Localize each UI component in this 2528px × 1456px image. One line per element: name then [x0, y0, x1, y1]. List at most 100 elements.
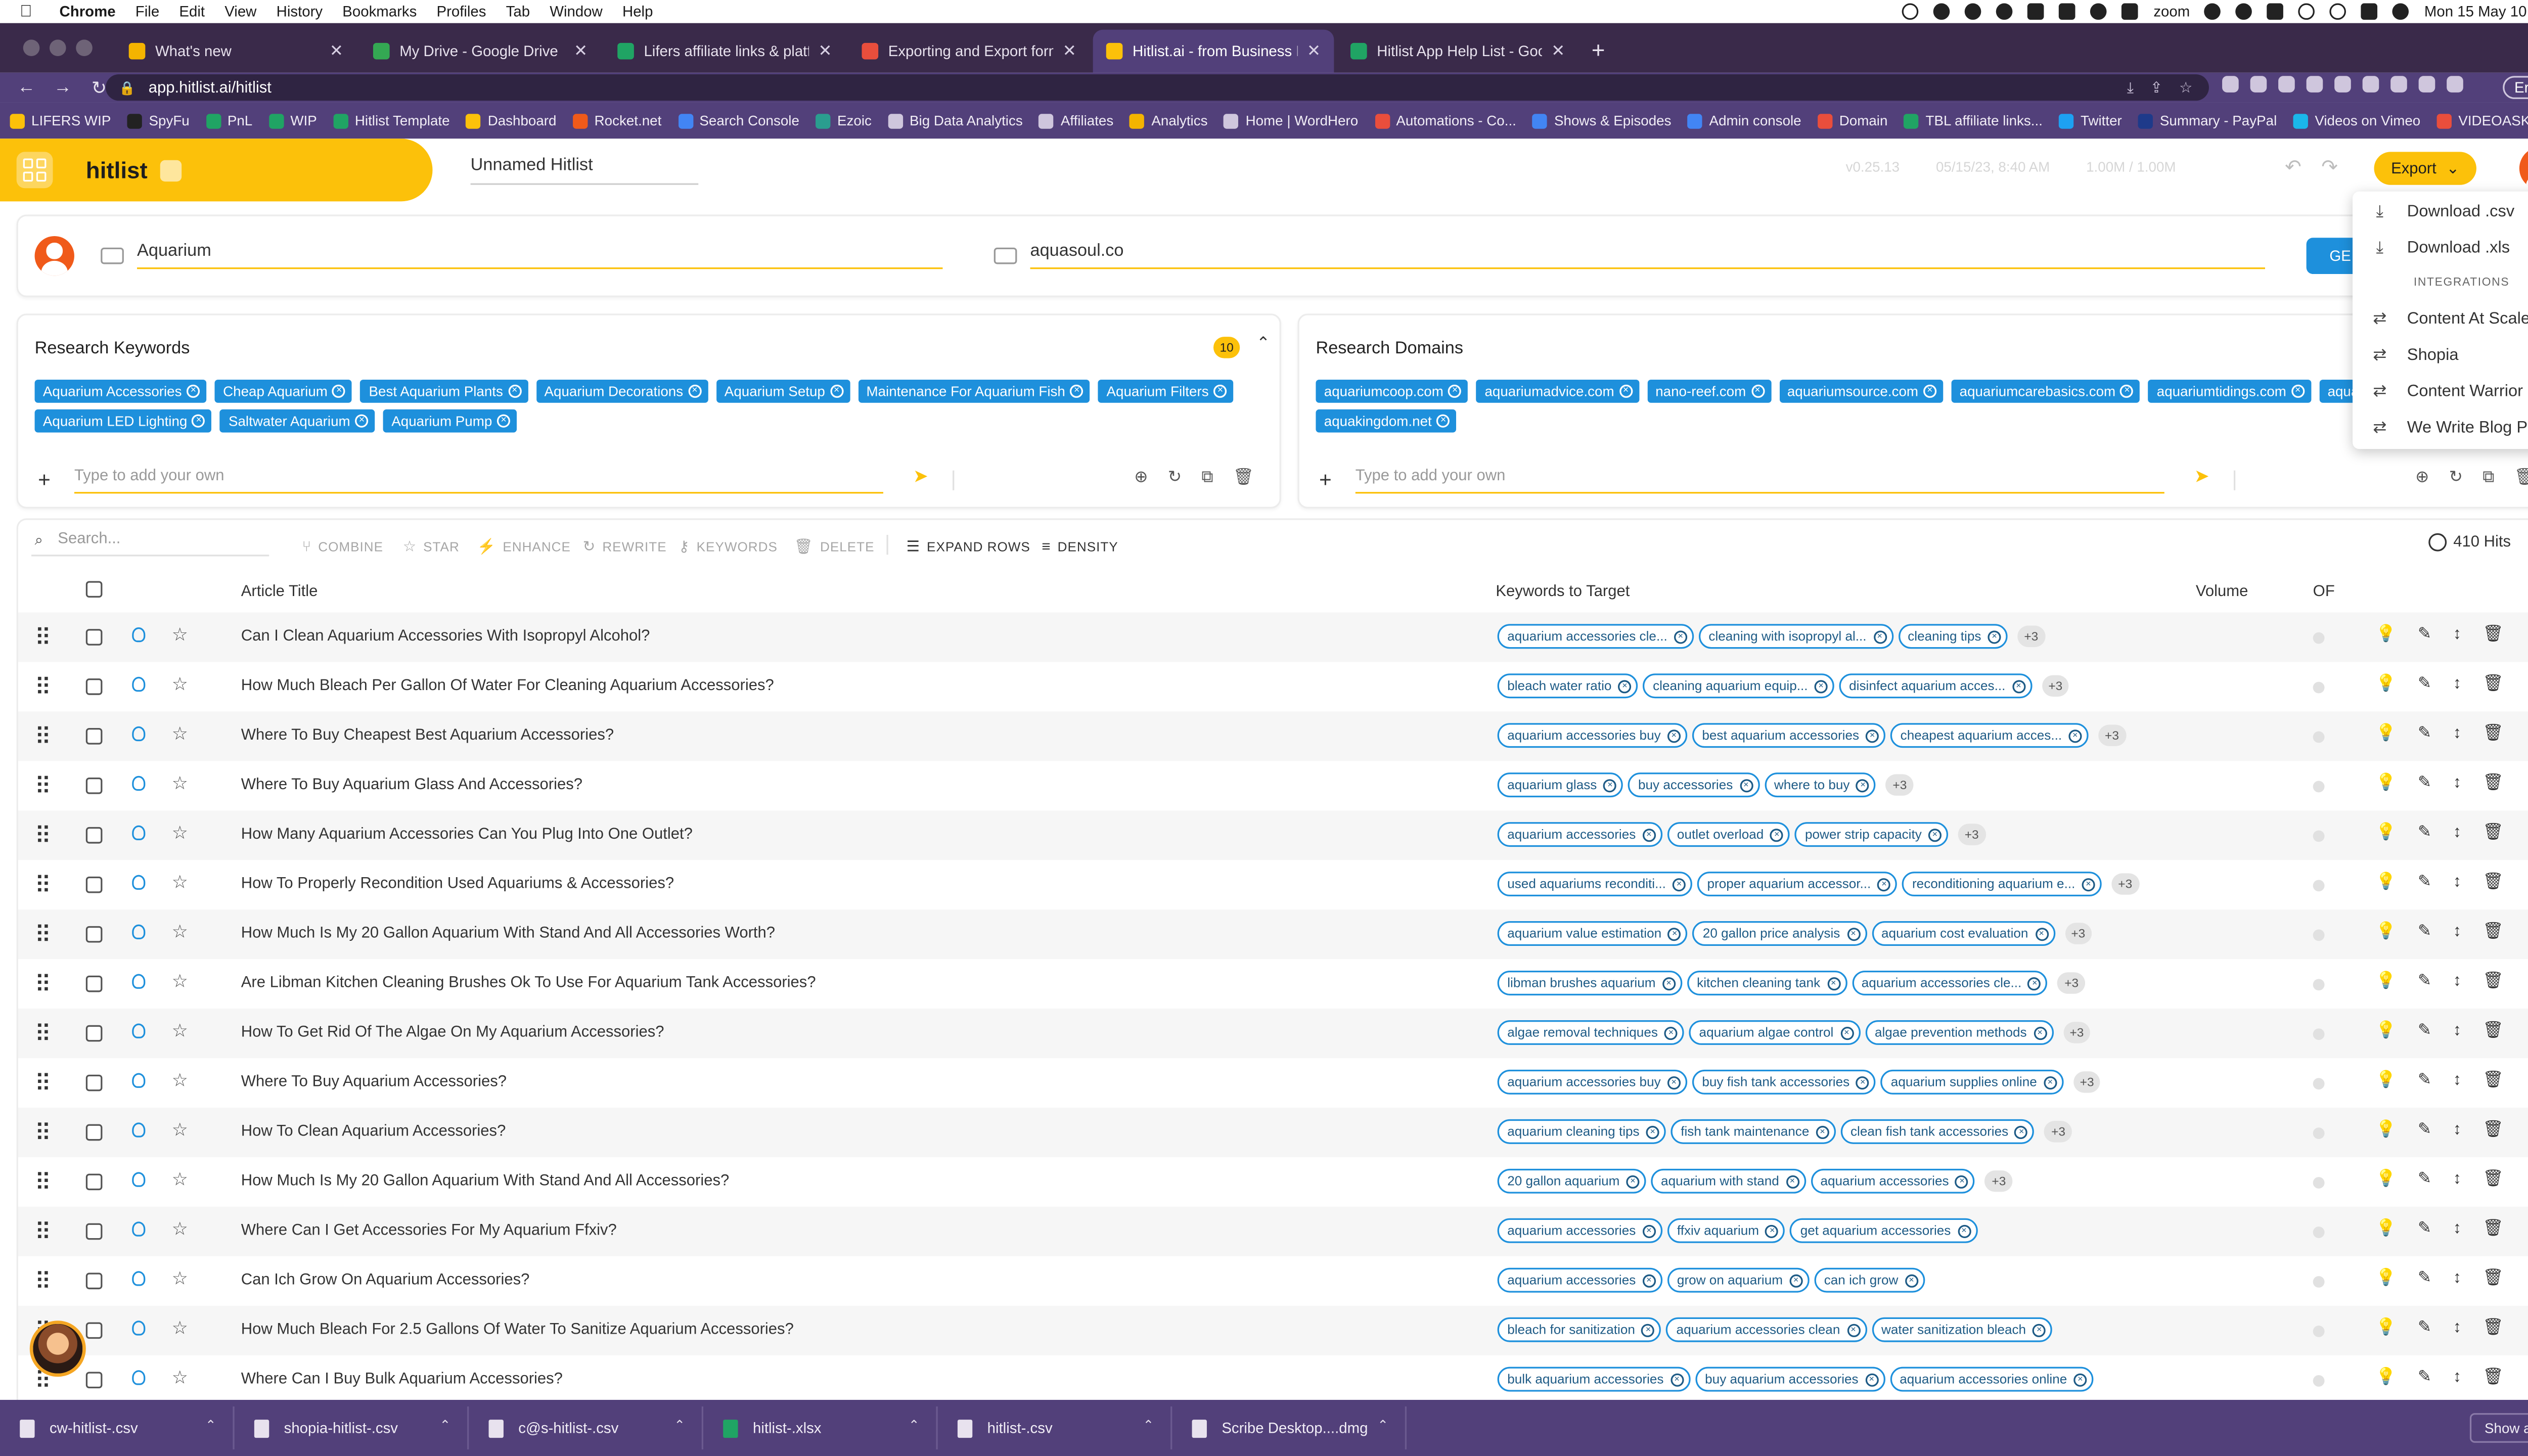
article-title[interactable]: How Much Is My 20 Gallon Aquarium With S…: [241, 1172, 730, 1190]
more-keywords-badge[interactable]: +3: [2064, 923, 2092, 944]
select-all-checkbox[interactable]: [85, 581, 103, 598]
bookmark-star-icon[interactable]: ☆: [2179, 79, 2192, 98]
keyword-tag[interactable]: cleaning aquarium equip... ×: [1643, 673, 1834, 699]
article-title[interactable]: Can Ich Grow On Aquarium Accessories?: [241, 1271, 530, 1289]
drag-handle-icon[interactable]: [38, 1271, 48, 1289]
combine-button[interactable]: ⑂ COMBINE: [302, 538, 383, 555]
keyword-tag[interactable]: cleaning with isopropyl al... ×: [1698, 624, 1893, 649]
remove-chip-icon[interactable]: ×: [187, 384, 200, 398]
more-vertical-icon[interactable]: ⋮: [2525, 1170, 2528, 1189]
lightbulb-icon[interactable]: 💡: [2376, 1170, 2397, 1189]
chevron-up-icon[interactable]: ⌃: [909, 1418, 920, 1433]
menu-window[interactable]: Window: [550, 4, 603, 20]
lightbulb-icon[interactable]: 💡: [2376, 1022, 2397, 1040]
magic-wand-icon[interactable]: ✎: [2418, 626, 2431, 644]
more-vertical-icon[interactable]: ⋮: [2525, 824, 2528, 842]
lightbulb-icon[interactable]: 💡: [2376, 972, 2397, 990]
article-title[interactable]: How To Get Rid Of The Algae On My Aquari…: [241, 1023, 664, 1041]
research-chip[interactable]: aquariumsource.com ×: [1779, 380, 1944, 403]
star-icon[interactable]: ☆: [172, 921, 188, 942]
lightbulb-icon[interactable]: 💡: [2376, 675, 2397, 694]
idea-bulb-icon[interactable]: [132, 676, 146, 692]
magic-wand-icon[interactable]: ✎: [2418, 1269, 2431, 1288]
wifi-icon[interactable]: [2298, 3, 2316, 20]
expand-vertical-icon[interactable]: ↕: [2453, 972, 2461, 990]
trash-icon[interactable]: 🗑: [2483, 1170, 2504, 1189]
magic-wand-icon[interactable]: ✎: [2418, 724, 2431, 743]
remove-chip-icon[interactable]: ×: [355, 414, 369, 428]
remove-keyword-icon[interactable]: ×: [2043, 1075, 2057, 1089]
bookmark-item[interactable]: Summary - PayPal: [2138, 112, 2277, 129]
expand-vertical-icon[interactable]: ↕: [2453, 675, 2461, 694]
idea-bulb-icon[interactable]: [132, 1321, 146, 1336]
keyword-tag[interactable]: algae removal techniques ×: [1497, 1020, 1685, 1045]
remove-keyword-icon[interactable]: ×: [1846, 927, 1860, 940]
bookmark-item[interactable]: Automations - Co...: [1374, 112, 1516, 129]
refresh-icon[interactable]: ↻: [2449, 469, 2463, 487]
drag-handle-icon[interactable]: [38, 627, 48, 646]
drag-handle-icon[interactable]: [38, 1172, 48, 1190]
more-vertical-icon[interactable]: ⋮: [2525, 1121, 2528, 1139]
table-row[interactable]: ☆ Where Can I Buy Bulk Aquarium Accessori…: [18, 1355, 2528, 1405]
remove-keyword-icon[interactable]: ×: [2012, 679, 2025, 693]
lightbulb-icon[interactable]: 💡: [2376, 1220, 2397, 1238]
remove-keyword-icon[interactable]: ×: [1667, 1075, 1681, 1089]
undo-icon[interactable]: ↶: [2285, 155, 2301, 178]
integration-content-at-scale[interactable]: ⇄ Content At Scale: [2353, 300, 2528, 337]
remove-chip-icon[interactable]: ×: [2291, 384, 2305, 398]
research-chip[interactable]: nano-reef.com ×: [1647, 380, 1771, 403]
zoom-window-button[interactable]: [76, 39, 93, 57]
row-checkbox[interactable]: [85, 727, 103, 745]
remove-chip-icon[interactable]: ×: [1751, 384, 1765, 398]
idea-bulb-icon[interactable]: [132, 924, 146, 939]
menu-history[interactable]: History: [277, 4, 323, 20]
extension-icon[interactable]: [2306, 76, 2323, 93]
copy-icon[interactable]: ⧉: [2482, 469, 2494, 487]
row-checkbox[interactable]: [85, 827, 103, 844]
drag-handle-icon[interactable]: [38, 676, 48, 695]
remove-keyword-icon[interactable]: ×: [1642, 1224, 1656, 1238]
brand-logo-text[interactable]: hitlist: [86, 157, 148, 183]
remove-chip-icon[interactable]: ×: [2120, 384, 2134, 398]
keyword-tag[interactable]: fish tank maintenance ×: [1671, 1119, 1836, 1144]
remove-keyword-icon[interactable]: ×: [2068, 729, 2082, 742]
expand-vertical-icon[interactable]: ↕: [2453, 774, 2461, 792]
keyword-tag[interactable]: clean fish tank accessories ×: [1840, 1119, 2035, 1144]
drag-handle-icon[interactable]: [38, 1073, 48, 1091]
lightbulb-icon[interactable]: 💡: [2376, 1319, 2397, 1337]
keyword-tag[interactable]: 20 gallon aquarium ×: [1497, 1168, 1646, 1194]
more-vertical-icon[interactable]: ⋮: [2525, 1269, 2528, 1288]
url-text[interactable]: app.hitlist.ai/hitlist: [149, 78, 272, 97]
profile-icon[interactable]: [2447, 76, 2463, 93]
remove-keyword-icon[interactable]: ×: [1664, 1026, 1678, 1039]
forward-arrow-icon[interactable]: →: [53, 77, 72, 97]
remove-keyword-icon[interactable]: ×: [1641, 1323, 1655, 1337]
bookmark-item[interactable]: Big Data Analytics: [888, 112, 1023, 129]
remove-keyword-icon[interactable]: ×: [1672, 877, 1686, 891]
expand-vertical-icon[interactable]: ↕: [2453, 923, 2461, 941]
article-title[interactable]: How Much Bleach For 2.5 Gallons Of Water…: [241, 1321, 794, 1339]
more-vertical-icon[interactable]: ⋮: [2525, 1220, 2528, 1238]
remove-keyword-icon[interactable]: ×: [1840, 1026, 1854, 1039]
remove-keyword-icon[interactable]: ×: [2073, 1373, 2087, 1386]
hitlist-name-input[interactable]: Unnamed Hitlist: [470, 155, 699, 185]
drag-handle-icon[interactable]: [38, 875, 48, 893]
add-domain-plus-icon[interactable]: +: [1319, 467, 1332, 492]
trash-icon[interactable]: 🗑: [2483, 1220, 2504, 1238]
drag-handle-icon[interactable]: [38, 1023, 48, 1041]
download-item[interactable]: hitlist-.xlsx ⌃: [703, 1406, 938, 1449]
remove-keyword-icon[interactable]: ×: [1873, 629, 1886, 643]
keyword-tag[interactable]: aquarium glass ×: [1497, 772, 1623, 798]
remove-chip-icon[interactable]: ×: [1448, 384, 1462, 398]
apple-icon[interactable]: : [20, 3, 43, 21]
bookmark-item[interactable]: Shows & Episodes: [1532, 112, 1671, 129]
star-icon[interactable]: ☆: [172, 971, 188, 992]
star-icon[interactable]: ☆: [172, 822, 188, 843]
download-item[interactable]: shopia-hitlist-.csv ⌃: [235, 1406, 469, 1449]
collapse-chevron-icon[interactable]: ⌃: [1256, 335, 1270, 353]
keyword-tag[interactable]: aquarium accessories ×: [1497, 822, 1662, 847]
remove-keyword-icon[interactable]: ×: [1670, 1373, 1684, 1386]
more-vertical-icon[interactable]: ⋮: [2525, 675, 2528, 694]
magic-wand-icon[interactable]: ✎: [2418, 1220, 2431, 1238]
browser-tab[interactable]: Hitlist App Help List - Google S ✕: [1337, 30, 1578, 73]
